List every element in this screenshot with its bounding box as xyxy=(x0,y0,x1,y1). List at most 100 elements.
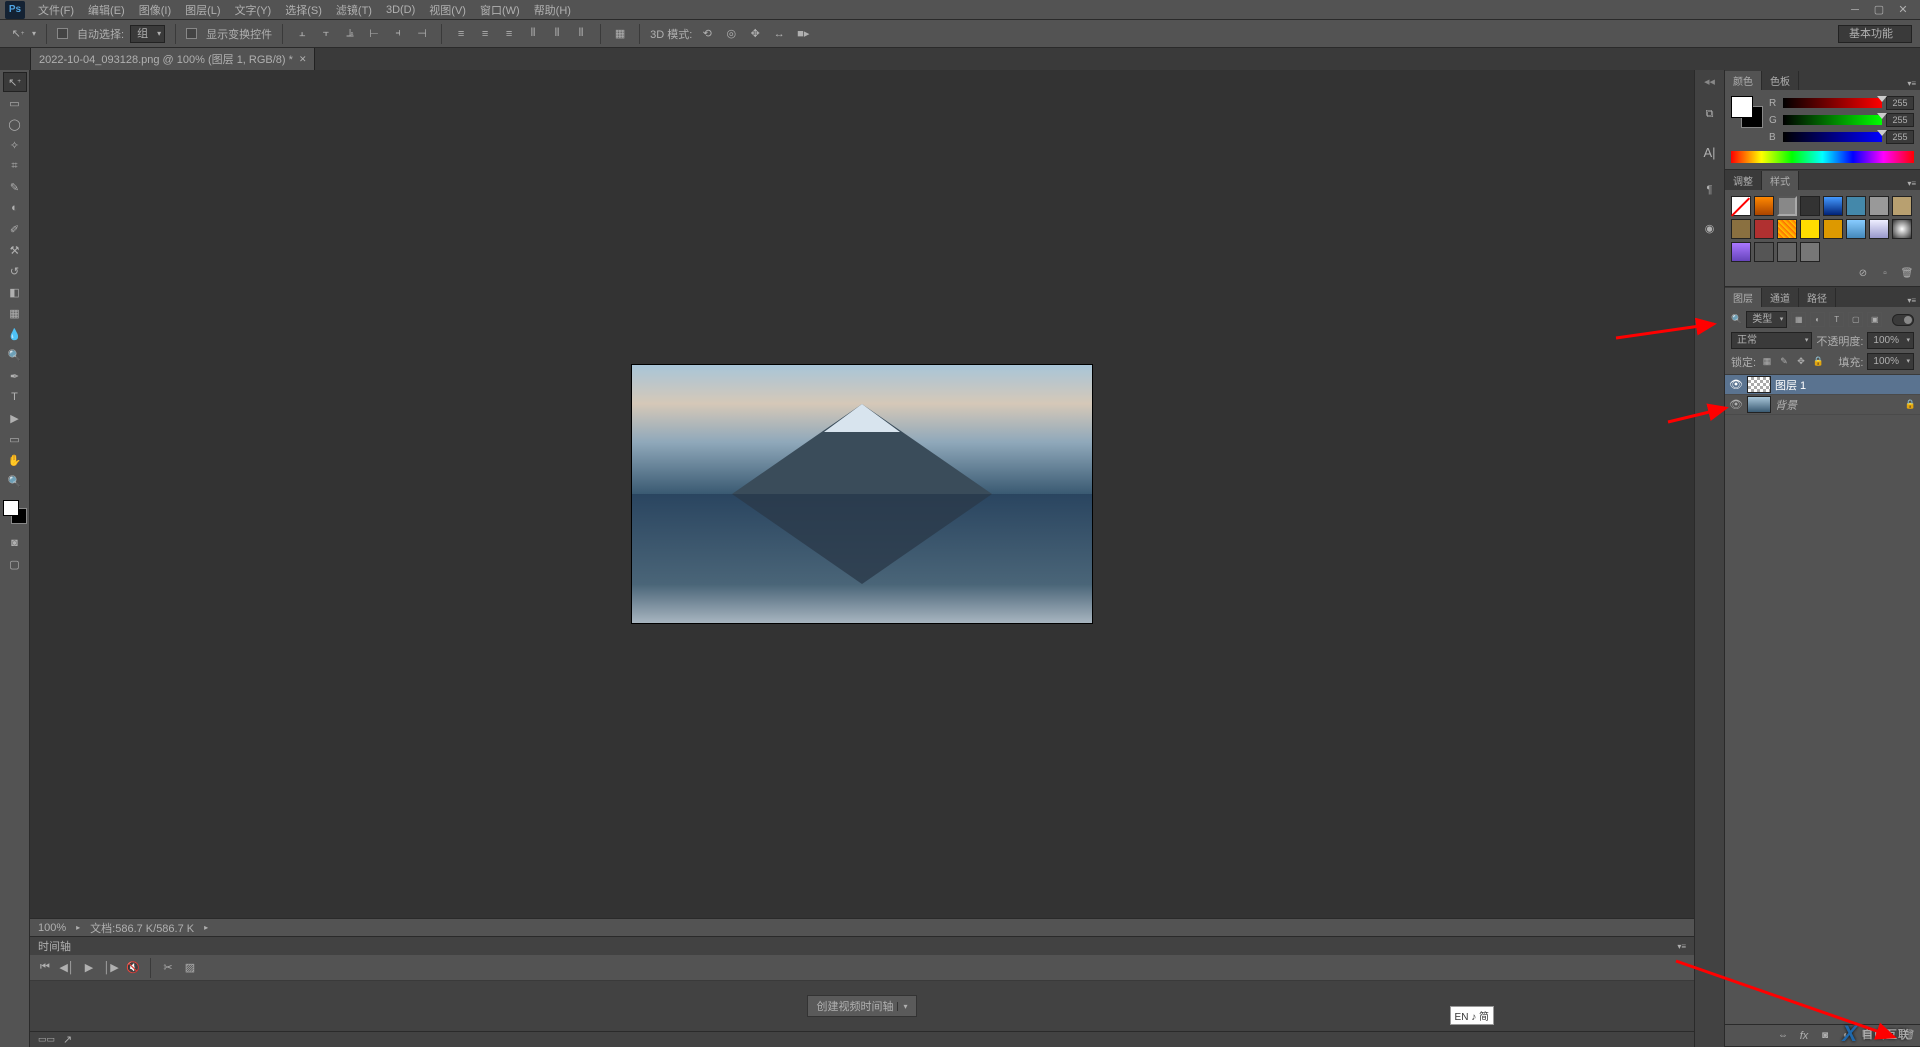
clone-stamp-tool[interactable]: ⚒ xyxy=(3,240,27,260)
lasso-tool[interactable]: ◯ xyxy=(3,114,27,134)
style-swatch[interactable] xyxy=(1800,196,1820,216)
align-bottom-icon[interactable]: ⫡ xyxy=(341,25,359,43)
shape-tool[interactable]: ▭ xyxy=(3,429,27,449)
align-right-icon[interactable]: ⊣ xyxy=(413,25,431,43)
minimize-button[interactable]: ─ xyxy=(1847,3,1863,17)
auto-select-mode-dropdown[interactable]: 组 xyxy=(130,25,165,43)
layer-thumbnail[interactable] xyxy=(1747,376,1771,393)
dodge-tool[interactable]: 🔍 xyxy=(3,345,27,365)
style-swatch[interactable] xyxy=(1731,219,1751,239)
r-slider[interactable] xyxy=(1783,98,1882,108)
style-swatch[interactable] xyxy=(1869,219,1889,239)
layers-panel-menu-icon[interactable]: ▾≡ xyxy=(1903,294,1920,307)
color-panel-menu-icon[interactable]: ▾≡ xyxy=(1903,77,1920,90)
menu-view[interactable]: 视图(V) xyxy=(422,0,473,20)
tl-audio-icon[interactable]: 🔇 xyxy=(124,959,142,977)
paths-tab[interactable]: 路径 xyxy=(1799,288,1836,307)
lock-position-icon[interactable]: ✥ xyxy=(1794,355,1808,369)
path-select-tool[interactable]: ▶ xyxy=(3,408,27,428)
3d-zoom-icon[interactable]: ■▸ xyxy=(794,25,812,43)
tl-first-frame-icon[interactable]: ⏮ xyxy=(36,959,54,977)
marquee-tool[interactable]: ▭ xyxy=(3,93,27,113)
info-dropdown-icon[interactable]: ▸ xyxy=(204,923,208,932)
filter-pixel-icon[interactable]: ▦ xyxy=(1791,312,1806,327)
tl-play-icon[interactable]: ▶ xyxy=(80,959,98,977)
color-panel-swatch[interactable] xyxy=(1731,96,1763,128)
zoom-dropdown-icon[interactable]: ▸ xyxy=(76,923,80,932)
distribute-bottom-icon[interactable]: ≡ xyxy=(500,25,518,43)
workspace-dropdown[interactable]: 基本功能 xyxy=(1838,25,1912,43)
opacity-value[interactable]: 100% xyxy=(1867,332,1914,349)
menu-image[interactable]: 图像(I) xyxy=(132,0,178,20)
type-tool[interactable]: T xyxy=(3,387,27,407)
auto-select-checkbox[interactable] xyxy=(57,28,68,39)
filter-adjustment-icon[interactable]: ◐ xyxy=(1810,312,1825,327)
menu-help[interactable]: 帮助(H) xyxy=(527,0,578,20)
style-swatch[interactable] xyxy=(1777,196,1797,216)
lock-all-icon[interactable]: 🔒 xyxy=(1811,355,1825,369)
distribute-right-icon[interactable]: ⦀ xyxy=(572,25,590,43)
r-value[interactable]: 255 xyxy=(1886,96,1914,110)
style-swatch[interactable] xyxy=(1846,219,1866,239)
move-tool[interactable]: ↖+ xyxy=(3,72,27,92)
layer-mask-icon[interactable]: ◙ xyxy=(1818,1029,1832,1043)
align-hcenter-icon[interactable]: ⫞ xyxy=(389,25,407,43)
channels-tab[interactable]: 通道 xyxy=(1762,288,1799,307)
filter-toggle[interactable] xyxy=(1892,314,1914,326)
menu-3d[interactable]: 3D(D) xyxy=(379,2,422,18)
pen-tool[interactable]: ✒ xyxy=(3,366,27,386)
auto-align-icon[interactable]: ▦ xyxy=(611,25,629,43)
gradient-tool[interactable]: ▦ xyxy=(3,303,27,323)
create-timeline-dropdown-icon[interactable]: ▾ xyxy=(897,1002,907,1011)
style-swatch[interactable] xyxy=(1754,242,1774,262)
eyedropper-tool[interactable]: ✎ xyxy=(3,177,27,197)
layer-name[interactable]: 图层 1 xyxy=(1775,377,1806,393)
layer-visibility-icon[interactable]: 👁 xyxy=(1729,378,1743,392)
menu-select[interactable]: 选择(S) xyxy=(278,0,329,20)
quick-mask-tool[interactable]: ◙ xyxy=(3,533,27,553)
share-icon[interactable]: ↗ xyxy=(63,1033,72,1046)
3d-orbit-icon[interactable]: ⟲ xyxy=(698,25,716,43)
filter-type-icon[interactable]: T xyxy=(1829,312,1844,327)
g-value[interactable]: 255 xyxy=(1886,113,1914,127)
style-swatch[interactable] xyxy=(1823,196,1843,216)
align-top-icon[interactable]: ⫠ xyxy=(293,25,311,43)
color-swatch[interactable] xyxy=(3,500,27,524)
filter-shape-icon[interactable]: ▢ xyxy=(1848,312,1863,327)
canvas-viewport[interactable] xyxy=(30,70,1694,918)
paragraph-panel-icon[interactable]: ¶ xyxy=(1700,180,1720,200)
magic-wand-tool[interactable]: ✧ xyxy=(3,135,27,155)
properties-panel-icon[interactable]: ◉ xyxy=(1700,218,1720,238)
show-transform-checkbox[interactable] xyxy=(186,28,197,39)
style-swatch[interactable] xyxy=(1846,196,1866,216)
style-swatch[interactable] xyxy=(1800,242,1820,262)
layers-tab[interactable]: 图层 xyxy=(1725,288,1762,307)
foreground-color[interactable] xyxy=(3,500,19,516)
distribute-vcenter-icon[interactable]: ≡ xyxy=(476,25,494,43)
menu-edit[interactable]: 编辑(E) xyxy=(81,0,132,20)
style-swatch[interactable] xyxy=(1754,219,1774,239)
3d-roll-icon[interactable]: ◎ xyxy=(722,25,740,43)
tl-next-frame-icon[interactable]: │▶ xyxy=(102,959,120,977)
eraser-tool[interactable]: ◧ xyxy=(3,282,27,302)
style-swatch[interactable] xyxy=(1777,242,1797,262)
blend-mode-dropdown[interactable]: 正常 xyxy=(1731,332,1812,349)
history-panel-icon[interactable]: ⧉ xyxy=(1700,104,1720,124)
tl-split-icon[interactable]: ✂ xyxy=(159,959,177,977)
adjustments-tab[interactable]: 调整 xyxy=(1725,171,1762,190)
menu-window[interactable]: 窗口(W) xyxy=(473,0,527,20)
menu-file[interactable]: 文件(F) xyxy=(31,0,81,20)
layer-name[interactable]: 背景 xyxy=(1775,397,1797,413)
style-swatch[interactable] xyxy=(1800,219,1820,239)
style-none[interactable] xyxy=(1731,196,1751,216)
zoom-level[interactable]: 100% xyxy=(38,922,66,934)
styles-tab[interactable]: 样式 xyxy=(1762,171,1799,190)
b-value[interactable]: 255 xyxy=(1886,130,1914,144)
layer-thumbnail[interactable] xyxy=(1747,396,1771,413)
filter-smart-icon[interactable]: ▣ xyxy=(1867,312,1882,327)
distribute-hcenter-icon[interactable]: ⦀ xyxy=(548,25,566,43)
color-tab[interactable]: 颜色 xyxy=(1725,71,1762,90)
fill-value[interactable]: 100% xyxy=(1867,353,1914,370)
maximize-button[interactable]: ▢ xyxy=(1871,3,1887,17)
history-brush-tool[interactable]: ↺ xyxy=(3,261,27,281)
